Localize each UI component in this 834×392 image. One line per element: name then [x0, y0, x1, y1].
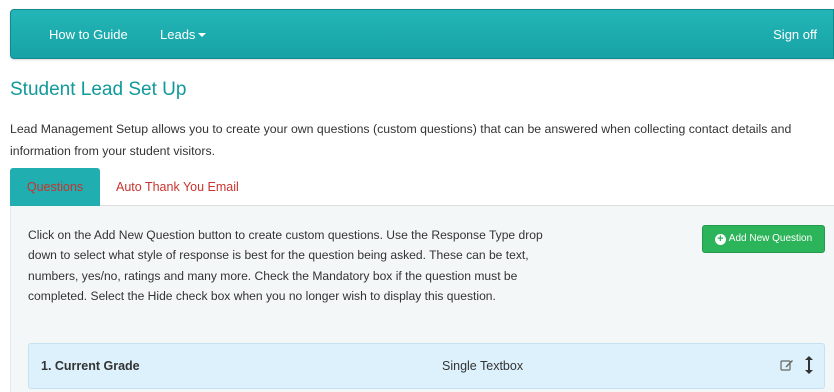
top-navbar: How to Guide Leads Sign off	[10, 9, 834, 59]
tab-questions[interactable]: Questions	[10, 168, 100, 206]
nav-how-to-guide[interactable]: How to Guide	[49, 27, 128, 42]
nav-leads-label: Leads	[160, 27, 196, 42]
page-title: Student Lead Set Up	[10, 79, 187, 100]
questions-help-text: Click on the Add New Question button to …	[28, 228, 543, 303]
intro-text: Lead Management Setup allows you to crea…	[10, 122, 792, 158]
question-response-type: Single Textbox	[442, 359, 524, 373]
question-title: 1. Current Grade	[41, 359, 140, 373]
question-row[interactable]: 1. Current Grade Single Textbox	[28, 343, 825, 389]
plus-circle-icon: +	[714, 234, 726, 245]
caret-down-icon	[198, 33, 207, 37]
nav-leads-dropdown[interactable]: Leads	[160, 27, 207, 42]
tab-bar: Questions Auto Thank You Email	[10, 168, 834, 206]
edit-icon[interactable]	[780, 358, 794, 372]
move-vertical-icon[interactable]	[805, 356, 813, 374]
add-new-question-label: Add New Question	[728, 233, 813, 244]
tab-auto-thank-you-email[interactable]: Auto Thank You Email	[116, 168, 239, 206]
add-new-question-button[interactable]: + Add New Question	[702, 225, 825, 253]
sign-off-link[interactable]: Sign off	[773, 27, 817, 42]
